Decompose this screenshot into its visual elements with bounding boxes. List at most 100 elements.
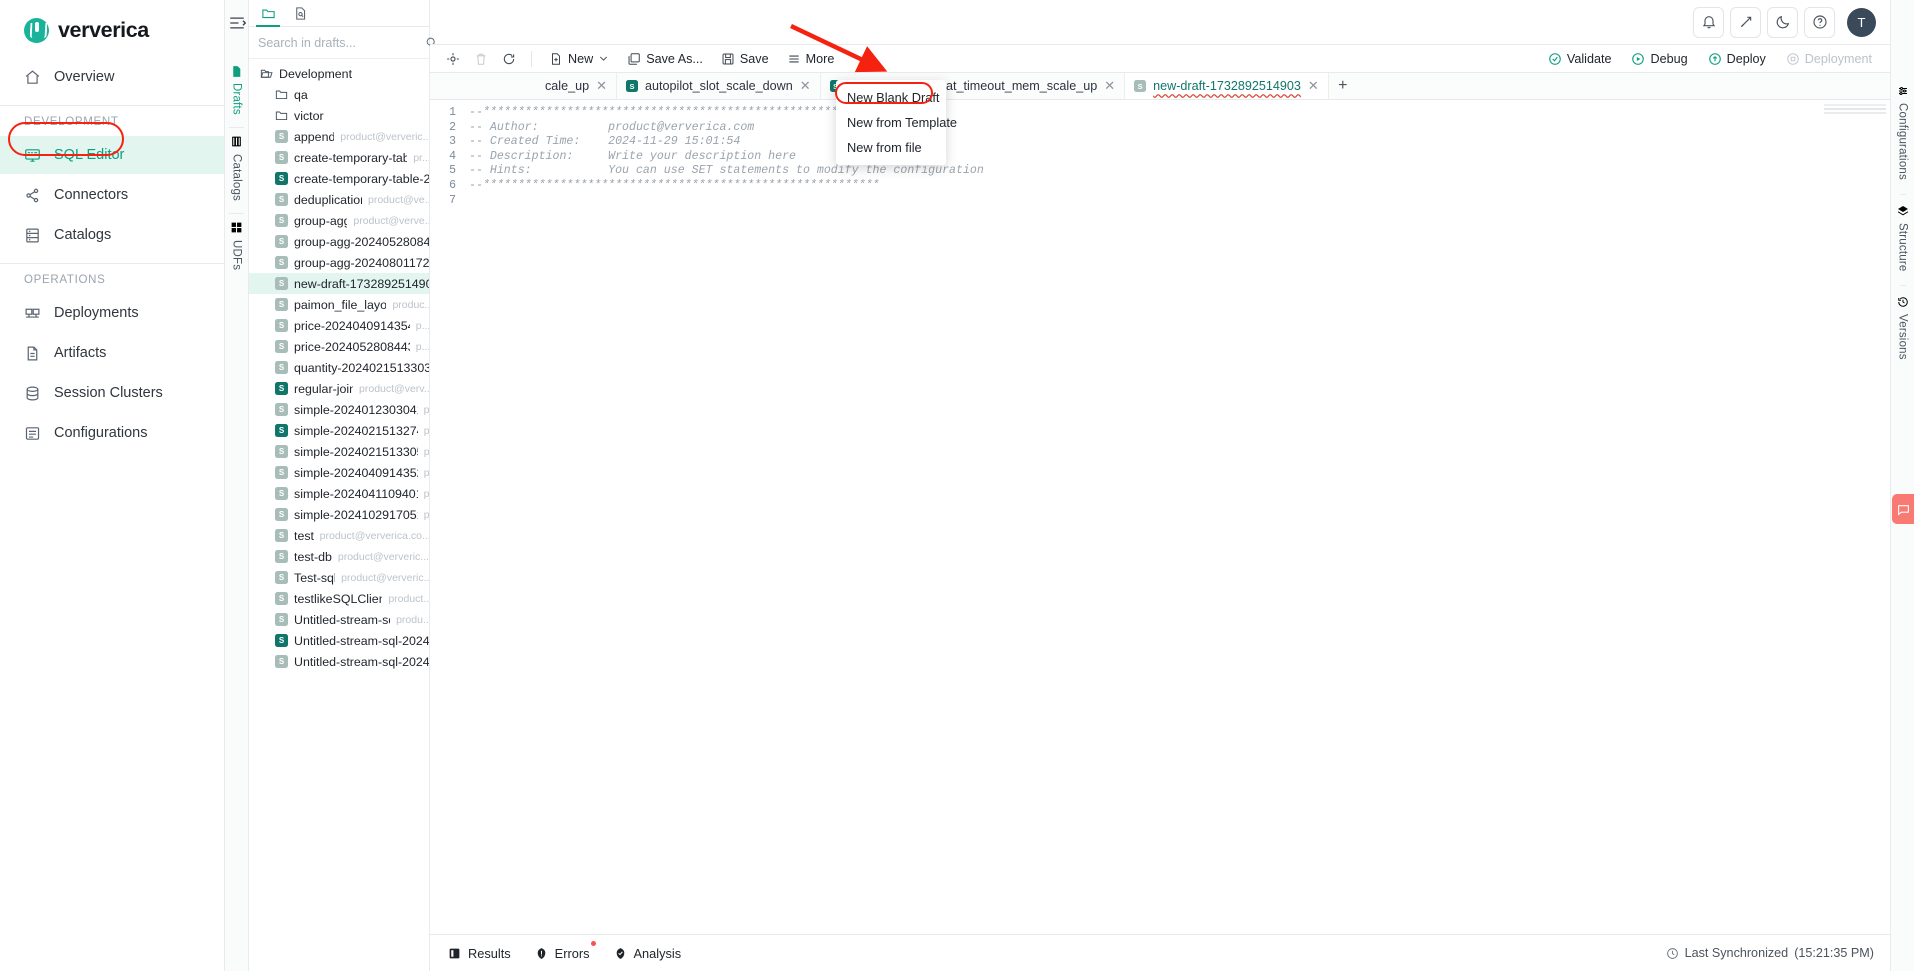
right-vertical-rail: Configurations Structure Versions xyxy=(1890,0,1914,971)
menu-item-new-blank-draft[interactable]: New Blank Draft xyxy=(836,85,946,110)
tree-item-draft[interactable]: S Test-sql product@ververic... xyxy=(249,567,429,588)
delete-button[interactable] xyxy=(468,47,494,70)
rail-tab-drafts[interactable]: Drafts xyxy=(225,56,248,127)
line-number: 6 xyxy=(449,178,456,192)
tree-item-draft[interactable]: Ssimple-20240215132749 p xyxy=(249,420,429,441)
collapse-sidebar-icon[interactable] xyxy=(224,10,250,36)
tree-item-draft[interactable]: Ssimple-20240409143528 p xyxy=(249,462,429,483)
feedback-button[interactable] xyxy=(1892,494,1914,524)
tree-item-draft[interactable]: Ssimple-20240123030411 p xyxy=(249,399,429,420)
locate-button[interactable] xyxy=(440,47,466,70)
tree-item-draft[interactable]: Ssimple-20241029170516 p xyxy=(249,504,429,525)
tree-item-draft[interactable]: Ssimple-20240215133053 p xyxy=(249,441,429,462)
editor-tab-bar: Scale_up✕Sautopilot_slot_scale_down✕Saut… xyxy=(430,73,1890,100)
rail-tab-versions[interactable]: Versions xyxy=(1896,285,1910,374)
tree-item-draft[interactable]: Squantity-20240215133030 xyxy=(249,357,429,378)
tree-item-draft[interactable]: S Untitled-stream-sql-202407 xyxy=(249,651,429,672)
whats-new-button[interactable] xyxy=(1730,6,1761,38)
nav-divider-2 xyxy=(0,263,224,264)
tree-item-draft[interactable]: Sappend product@ververic... xyxy=(249,126,429,147)
help-button[interactable] xyxy=(1804,6,1835,38)
menu-item-new-from-file[interactable]: New from file xyxy=(836,135,946,160)
tree-item-draft[interactable]: Sgroup-agg-20240801172852 xyxy=(249,252,429,273)
rail-tab-catalogs[interactable]: Catalogs xyxy=(225,126,248,213)
tab-errors[interactable]: Errors xyxy=(527,940,606,961)
sidebar-item-session-clusters[interactable]: Session Clusters xyxy=(0,374,224,412)
tree-item-draft[interactable]: Ssimple-20240411094012 p xyxy=(249,483,429,504)
tree-item-draft[interactable]: Sregular-join product@verv... xyxy=(249,378,429,399)
sql-file-badge: S xyxy=(275,571,288,584)
rail-tab-structure[interactable]: Structure xyxy=(1896,193,1910,285)
tree-item-draft[interactable]: Sgroup-agg-2024052808452 xyxy=(249,231,429,252)
more-button[interactable]: More xyxy=(779,47,843,70)
tree-item-draft[interactable]: Stest product@ververica.co... xyxy=(249,525,429,546)
sql-file-badge: S xyxy=(275,634,288,647)
tab-results[interactable]: Results xyxy=(440,946,527,961)
tree-item-draft[interactable]: Screate-temporary-table pr... xyxy=(249,147,429,168)
left-vertical-rail: Drafts Catalogs UDFs xyxy=(225,0,249,971)
deploy-button[interactable]: Deploy xyxy=(1700,47,1774,70)
brand-logo[interactable]: ververica xyxy=(0,0,224,46)
tree-item-draft[interactable]: StestlikeSQLClient product... xyxy=(249,588,429,609)
notifications-button[interactable] xyxy=(1693,6,1724,38)
tree-item-folder[interactable]: victor xyxy=(249,105,429,126)
sidebar-item-label: Connectors xyxy=(54,187,129,203)
tree-item-label: testlikeSQLClient xyxy=(294,591,383,606)
code-content[interactable]: --**************************************… xyxy=(460,100,1890,934)
drafts-tab-folder[interactable] xyxy=(253,0,283,27)
tree-item-folder[interactable]: qa xyxy=(249,84,429,105)
debug-button[interactable]: Debug xyxy=(1623,47,1695,70)
home-icon xyxy=(24,69,41,86)
code-editor[interactable]: 1234567 --******************************… xyxy=(430,100,1890,934)
validate-button[interactable]: Validate xyxy=(1540,47,1620,70)
tree-item-label: group-agg xyxy=(294,213,348,228)
editor-tab[interactable]: Scale_up✕ xyxy=(430,73,618,99)
editor-tab[interactable]: Sautopilot_slot_scale_down ✕ xyxy=(617,73,821,99)
sidebar-item-connectors[interactable]: Connectors xyxy=(0,176,224,214)
tree-item-folder[interactable]: Development xyxy=(249,63,429,84)
tree-item-label: price-20240409143542 xyxy=(294,318,410,333)
deployment-button[interactable]: Deployment xyxy=(1778,47,1880,70)
tree-item-draft[interactable]: Stest-db product@ververic... xyxy=(249,546,429,567)
tree-item-draft[interactable]: S Untitled-stream-sql-202402 xyxy=(249,630,429,651)
rail-tab-configurations[interactable]: Configurations xyxy=(1896,74,1910,194)
sidebar-item-configurations[interactable]: Configurations xyxy=(0,414,224,452)
sql-file-badge: S xyxy=(275,340,288,353)
close-icon[interactable]: ✕ xyxy=(1308,78,1319,94)
sidebar-item-deployments[interactable]: Deployments xyxy=(0,294,224,332)
tree-item-draft[interactable]: Sdeduplication product@ve... xyxy=(249,189,429,210)
tree-item-draft[interactable]: Snew-draft-1732892514903 xyxy=(249,273,429,294)
rail-tab-udfs[interactable]: UDFs xyxy=(225,212,248,282)
sidebar-item-catalogs[interactable]: Catalogs xyxy=(0,216,224,254)
tree-item-draft[interactable]: Sgroup-agg product@verve... xyxy=(249,210,429,231)
editor-tab[interactable]: Snew-draft-1732892514903 ✕ xyxy=(1125,73,1329,99)
dark-mode-button[interactable] xyxy=(1767,6,1798,38)
clock-icon xyxy=(1666,947,1679,960)
close-icon[interactable]: ✕ xyxy=(596,78,607,94)
refresh-button[interactable] xyxy=(496,47,522,70)
search-input[interactable] xyxy=(258,35,419,50)
close-icon[interactable]: ✕ xyxy=(800,78,811,94)
tree-item-draft[interactable]: Screate-temporary-table-2024 xyxy=(249,168,429,189)
save-as-label: Save As... xyxy=(646,51,703,66)
tree-item-draft[interactable]: S Untitled-stream-sql produ... xyxy=(249,609,429,630)
close-icon[interactable]: ✕ xyxy=(1104,78,1115,94)
editor-tab-label: cale_up xyxy=(545,79,590,93)
save-as-icon xyxy=(627,52,641,66)
tree-item-draft[interactable]: Sprice-20240409143542 p... xyxy=(249,315,429,336)
avatar[interactable]: T xyxy=(1847,7,1876,37)
new-tab-button[interactable]: + xyxy=(1329,73,1357,99)
drafts-tab-file-search[interactable] xyxy=(285,0,315,26)
draft-file-icon xyxy=(230,64,244,78)
new-button[interactable]: New xyxy=(541,47,617,70)
tab-analysis[interactable]: Analysis xyxy=(606,946,698,961)
save-button[interactable]: Save xyxy=(713,47,777,70)
sidebar-item-sql-editor[interactable]: SQL Editor xyxy=(0,136,224,174)
sidebar-item-overview[interactable]: Overview xyxy=(0,58,224,96)
menu-item-new-from-template[interactable]: New from Template xyxy=(836,110,957,135)
sidebar-item-artifacts[interactable]: Artifacts xyxy=(0,334,224,372)
tree-item-draft[interactable]: Sprice-20240528084436 p... xyxy=(249,336,429,357)
minimap[interactable] xyxy=(1824,104,1886,118)
save-as-button[interactable]: Save As... xyxy=(619,47,711,70)
tree-item-draft[interactable]: Spaimon_file_layout produc... xyxy=(249,294,429,315)
